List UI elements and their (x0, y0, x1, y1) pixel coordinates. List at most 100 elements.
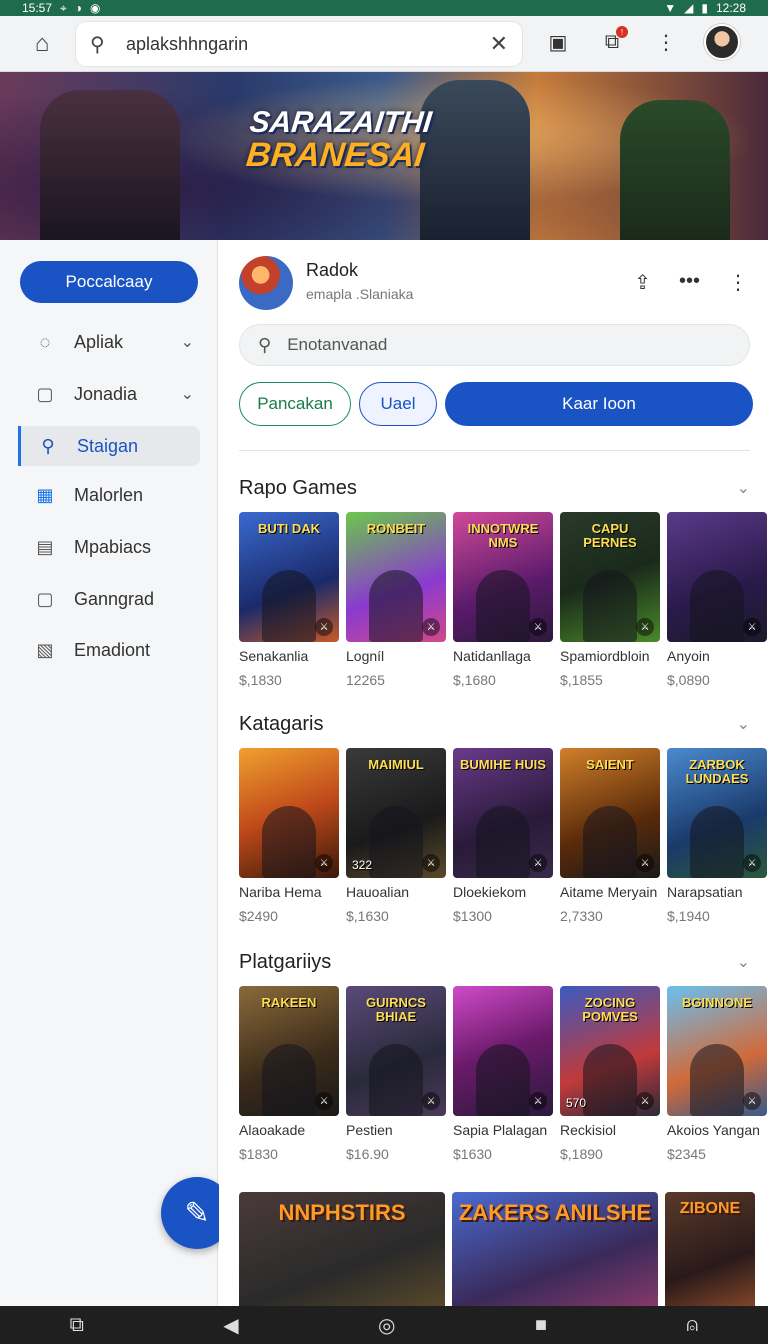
battery-icon: ▮ (701, 1, 708, 15)
sidebar-item-label: Ganngrad (74, 588, 155, 609)
chevron-down-icon[interactable]: ⌄ (181, 384, 194, 404)
sword-icon: ⚔ (636, 618, 654, 636)
game-card[interactable]: ⚔ Anyoin $,0890 (667, 512, 767, 688)
game-thumbnail[interactable]: BUTI DAK ⚔ (239, 512, 339, 642)
bottom-tile-2[interactable]: ZAKERS ANILSHE (452, 1192, 658, 1306)
game-card[interactable]: GUIRNCS BHIAE ⚔ Pestien $16.90 (346, 986, 446, 1162)
box-icon: ▢ (36, 588, 54, 609)
clear-icon[interactable]: ✕ (490, 31, 508, 57)
sidebar-item-malorlen[interactable]: ▦ Malorlen (18, 475, 200, 515)
game-card[interactable]: MAIMIUL 322 ⚔ Hauoalian $,1630 (346, 748, 446, 924)
game-card[interactable]: RAKEEN ⚔ Alaoakade $1830 (239, 986, 339, 1162)
home-circle-icon[interactable]: ◎ (378, 1313, 395, 1338)
divider (239, 450, 750, 451)
bottom-tile-3[interactable]: ZIBONE (665, 1192, 755, 1306)
notification-icon[interactable]: ⧉! (596, 26, 628, 58)
game-card[interactable]: BGINNONE ⚔ Akoios Yangan $2345 (667, 986, 767, 1162)
game-card[interactable]: ⚔ Nariba Hema $2490 (239, 748, 339, 924)
more-vert-icon[interactable]: ⋮ (728, 270, 748, 295)
chevron-down-icon[interactable]: ⌄ (737, 714, 750, 734)
chevron-down-icon[interactable]: ⌄ (737, 478, 750, 498)
sidebar-item-staigan[interactable]: ⚲ Staigan (18, 426, 200, 466)
game-thumbnail[interactable]: ⚔ (667, 512, 767, 642)
app-actions: ⇪ ••• ⋮ (634, 270, 748, 295)
pill-outline-button[interactable]: Uael (359, 382, 437, 426)
game-thumbnail[interactable]: RAKEEN ⚔ (239, 986, 339, 1116)
game-card[interactable]: CAPU PERNES ⚔ Spamiordbloin $,1855 (560, 512, 660, 688)
game-card[interactable]: BUTI DAK ⚔ Senakanlia $,1830 (239, 512, 339, 688)
game-thumbnail[interactable]: BGINNONE ⚔ (667, 986, 767, 1116)
tab-switcher-icon[interactable]: ▣ (542, 26, 574, 58)
game-thumbnail[interactable]: RONBEIT ⚔ (346, 512, 446, 642)
game-card[interactable]: BUMIHE HUIS ⚔ Dloekiekom $1300 (453, 748, 553, 924)
chart-icon: ▧ (36, 639, 54, 660)
bottom-tile-title: NNPHSTIRS (278, 1200, 406, 1225)
game-name: Narapsatian (667, 884, 743, 900)
thumb-title: ZOCING POMVES (582, 995, 638, 1024)
section-header[interactable]: Katagaris ⌄ (239, 710, 754, 738)
pill-green-button[interactable]: Pancakan (239, 382, 351, 426)
avatar[interactable] (704, 24, 740, 60)
thumb-title: SAIENT (586, 757, 634, 772)
sidebar-item-ganngrad[interactable]: ▢ Ganngrad (18, 579, 200, 619)
section-header[interactable]: Rapo Games ⌄ (239, 474, 754, 502)
thumb-title: BGINNONE (681, 995, 753, 1010)
game-thumbnail[interactable]: ⚔ (239, 748, 339, 878)
character-art (262, 570, 316, 642)
sidebar-item-apliak[interactable]: ◌ Apliak ⌄ (18, 322, 200, 362)
sword-icon: ⚔ (636, 854, 654, 872)
overview-icon[interactable]: ■ (535, 1314, 547, 1337)
character-art (369, 1044, 423, 1116)
game-thumbnail[interactable]: ZOCING POMVES 570 ⚔ (560, 986, 660, 1116)
game-thumbnail[interactable]: MAIMIUL 322 ⚔ (346, 748, 446, 878)
game-price: 2,7330 (560, 908, 603, 924)
thumb-title: BUMIHE HUIS (460, 757, 546, 772)
sidebar-item-mpabiacs[interactable]: ▤ Mpabiacs (18, 527, 200, 567)
chevron-down-icon[interactable]: ⌄ (181, 332, 194, 352)
search-input[interactable]: ⚲ aplakshhngarin ✕ (76, 22, 522, 66)
game-thumbnail[interactable]: BUMIHE HUIS ⚔ (453, 748, 553, 878)
game-card[interactable]: ZARBOK LUNDAES ⚔ Narapsatian $,1940 (667, 748, 767, 924)
banner-character-left (40, 90, 180, 240)
section-title: Katagaris (239, 712, 324, 735)
game-thumbnail[interactable]: GUIRNCS BHIAE ⚔ (346, 986, 446, 1116)
game-card[interactable]: RONBEIT ⚔ Logníl 12265 (346, 512, 446, 688)
game-thumbnail[interactable]: ZARBOK LUNDAES ⚔ (667, 748, 767, 878)
sidebar-item-emadiont[interactable]: ▧ Emadiont (18, 630, 200, 670)
hero-banner[interactable]: SARAZAITHI BRANESAI (0, 72, 768, 240)
home-icon[interactable]: ⌂ (22, 24, 62, 64)
more-vert-icon[interactable]: ⋮ (650, 26, 682, 58)
game-card[interactable]: SAIENT ⚔ Aitame Meryain 2,7330 (560, 748, 660, 924)
chevron-down-icon[interactable]: ⌄ (737, 952, 750, 972)
game-thumbnail[interactable]: CAPU PERNES ⚔ (560, 512, 660, 642)
bottom-tile-1[interactable]: NNPHSTIRS (239, 1192, 445, 1306)
game-card[interactable]: ⚔ Sapia Plalagan $1630 (453, 986, 553, 1162)
sidebar-primary-button[interactable]: Poccalcaay (20, 261, 198, 303)
recent-apps-icon[interactable]: ⧉ (70, 1314, 84, 1337)
game-price: $,1940 (667, 908, 710, 924)
game-thumbnail[interactable]: SAIENT ⚔ (560, 748, 660, 878)
content-search-input[interactable]: ⚲ Enotanvanad (239, 324, 750, 366)
search-query[interactable]: aplakshhngarin (126, 34, 490, 55)
game-name: Senakanlia (239, 648, 309, 664)
game-card[interactable]: INNOTWRE NMS ⚔ Natidanllaga $,1680 (453, 512, 553, 688)
more-horiz-icon[interactable]: ••• (679, 270, 700, 295)
section-header[interactable]: Platgariiys ⌄ (239, 948, 754, 976)
game-card[interactable]: ZOCING POMVES 570 ⚔ Reckisiol $,1890 (560, 986, 660, 1162)
signal-icon: ◢ (684, 1, 694, 15)
card-row: BUTI DAK ⚔ Senakanlia $,1830 RONBEIT ⚔ Logníl 1… (239, 512, 767, 688)
edit-icon: ✎ (184, 1196, 210, 1230)
pill-primary-button[interactable]: Kaar Ioon (445, 382, 753, 426)
game-thumbnail[interactable]: ⚔ (453, 986, 553, 1116)
share-icon[interactable]: ⇪ (634, 270, 651, 295)
character-art (476, 806, 530, 878)
sidebar-item-jonadia[interactable]: ▢ Jonadia ⌄ (18, 374, 200, 414)
game-name: Spamiordbloin (560, 648, 650, 664)
game-thumbnail[interactable]: INNOTWRE NMS ⚔ (453, 512, 553, 642)
back-icon[interactable]: ◀ (223, 1313, 238, 1338)
app-header: Radok emapla .Slaniaka ⇪ ••• ⋮ (239, 256, 748, 312)
section-title: Platgariiys (239, 950, 332, 973)
account-icon[interactable]: ⍝ (686, 1314, 698, 1337)
game-price: $1300 (453, 908, 492, 924)
app-avatar[interactable] (239, 256, 293, 310)
